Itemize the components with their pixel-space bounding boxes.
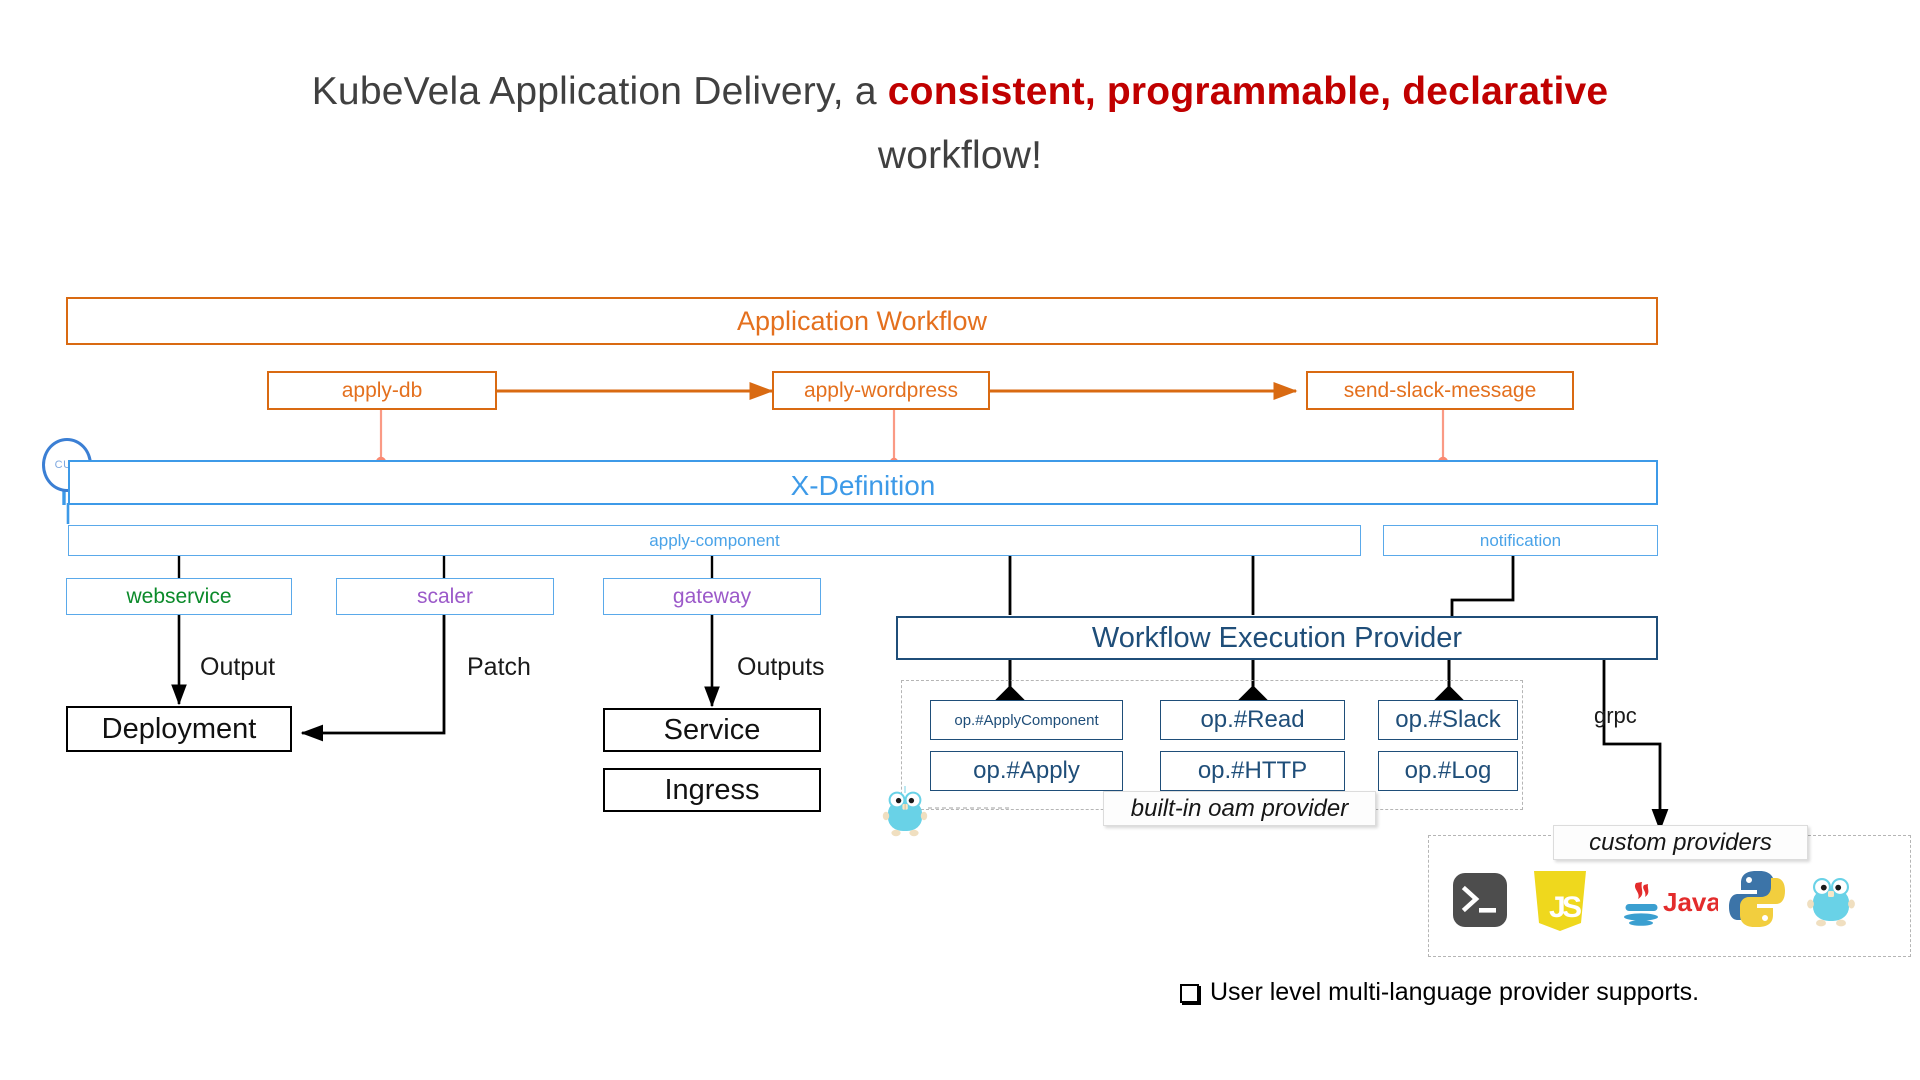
builtin-oam-provider-tag: built-in oam provider: [1103, 791, 1376, 826]
group-label: notification: [1479, 530, 1562, 550]
x-definition-bar[interactable]: X-Definition: [68, 460, 1658, 505]
op-label: op.#ApplyComponent: [954, 711, 1099, 729]
component-webservice[interactable]: webservice: [66, 578, 292, 615]
resource-label: Deployment: [101, 712, 257, 745]
svg-text:S: S: [1562, 891, 1582, 924]
workflow-execution-provider-bar[interactable]: Workflow Execution Provider: [896, 616, 1658, 660]
op-http[interactable]: op.#HTTP: [1160, 751, 1345, 791]
builtin-oam-provider-tag-label: built-in oam provider: [1130, 794, 1349, 822]
component-label: scaler: [416, 584, 474, 608]
component-scaler[interactable]: scaler: [336, 578, 554, 615]
footer-note-label: User level multi-language provider suppo…: [1210, 978, 1700, 1006]
footer-note: User level multi-language provider suppo…: [1180, 978, 1699, 1007]
golang-gopher-icon: [1806, 872, 1856, 928]
workflow-step-apply-wordpress[interactable]: apply-wordpress: [772, 371, 990, 410]
op-apply-component[interactable]: op.#ApplyComponent: [930, 700, 1123, 740]
component-gateway[interactable]: gateway: [603, 578, 821, 615]
group-label: apply-component: [649, 530, 780, 550]
resource-deployment[interactable]: Deployment: [66, 706, 292, 752]
op-label: op.#Apply: [973, 757, 1080, 784]
diagram-canvas: KubeVela Application Delivery, a consist…: [0, 0, 1920, 1080]
op-label: op.#HTTP: [1197, 757, 1308, 784]
edge-label-patch: Patch: [467, 653, 531, 681]
op-apply[interactable]: op.#Apply: [930, 751, 1123, 791]
x-definition-label: X-Definition: [790, 470, 936, 501]
javascript-icon: J S: [1532, 871, 1588, 931]
java-icon: Java: [1622, 873, 1721, 929]
title-tail: workflow!: [877, 134, 1043, 178]
title-accent: consistent, programmable, declarative: [887, 70, 1609, 113]
workflow-step-send-slack-message[interactable]: send-slack-message: [1306, 371, 1574, 410]
op-label: op.#Slack: [1395, 706, 1501, 733]
application-workflow-label: Application Workflow: [736, 305, 988, 336]
title-lead: KubeVela Application Delivery, a: [311, 70, 888, 113]
edge-label-grpc: grpc: [1594, 703, 1637, 728]
checkbox-icon: [1180, 984, 1199, 1003]
page-title: KubeVela Application Delivery, a consist…: [60, 60, 1860, 189]
golang-gopher-icon: [882, 786, 928, 838]
workflow-step-label: apply-wordpress: [803, 378, 959, 402]
workflow-step-label: apply-db: [341, 378, 423, 402]
op-log[interactable]: op.#Log: [1378, 751, 1518, 791]
svg-text:Java: Java: [1663, 887, 1718, 917]
op-label: op.#Log: [1404, 757, 1492, 784]
resource-ingress[interactable]: Ingress: [603, 768, 821, 812]
group-apply-component[interactable]: apply-component: [68, 525, 1361, 556]
custom-providers-tag: custom providers: [1553, 825, 1808, 860]
application-workflow-bar[interactable]: Application Workflow: [66, 297, 1658, 345]
edge-label-outputs: Outputs: [737, 653, 825, 681]
workflow-execution-provider-label: Workflow Execution Provider: [1091, 621, 1463, 654]
component-label: gateway: [672, 584, 752, 608]
group-notification[interactable]: notification: [1383, 525, 1658, 556]
workflow-step-label: send-slack-message: [1343, 378, 1537, 402]
component-label: webservice: [126, 584, 232, 608]
resource-label: Service: [663, 713, 761, 746]
python-icon: [1728, 869, 1786, 929]
resource-label: Ingress: [664, 773, 760, 806]
edge-label-output: Output: [200, 653, 276, 681]
op-read[interactable]: op.#Read: [1160, 700, 1345, 740]
custom-providers-tag-label: custom providers: [1589, 828, 1772, 856]
workflow-step-apply-db[interactable]: apply-db: [267, 371, 497, 410]
shell-terminal-icon: [1452, 872, 1508, 928]
resource-service[interactable]: Service: [603, 708, 821, 752]
op-label: op.#Read: [1200, 706, 1305, 733]
op-slack[interactable]: op.#Slack: [1378, 700, 1518, 740]
